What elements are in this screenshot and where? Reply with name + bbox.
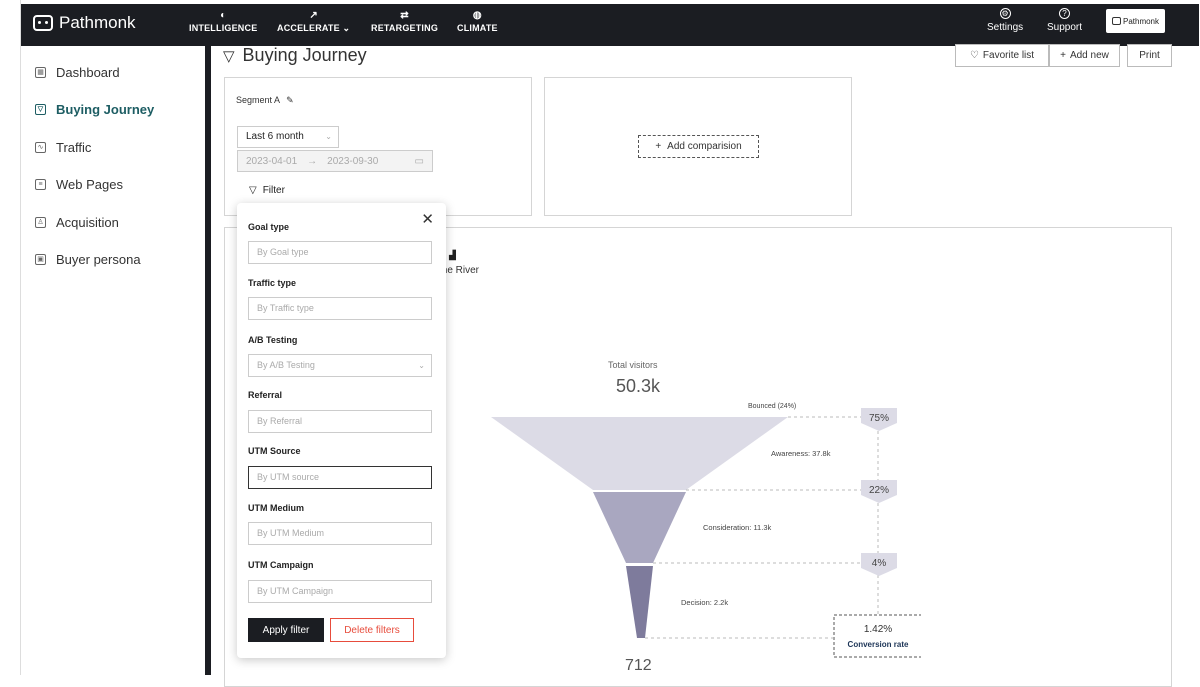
robot-icon (33, 15, 53, 31)
nav-intelligence[interactable]: ◐ INTELLIGENCE (189, 9, 257, 33)
app-window: Pathmonk ◐ INTELLIGENCE ↗ ACCELERATE ⌄ ⇄… (20, 0, 1199, 687)
retarget-icon: ⇄ (400, 10, 409, 21)
add-new-button[interactable]: + Add new (1049, 44, 1120, 67)
sidebar-item-acquisition[interactable]: ♙ Acquisition (35, 215, 119, 230)
print-button[interactable]: Print (1127, 44, 1172, 67)
delete-filters-button[interactable]: Delete filters (330, 618, 414, 642)
trend-icon: ↗ (309, 10, 318, 21)
final-conversions-value: 712 (625, 657, 652, 674)
nav-accelerate[interactable]: ↗ ACCELERATE ⌄ (277, 9, 350, 34)
brand-name: Pathmonk (59, 13, 136, 32)
sidebar-item-web-pages[interactable]: ≡ Web Pages (35, 177, 123, 192)
calendar-icon: ▭ (414, 155, 424, 167)
funnel-decision (626, 566, 653, 638)
funnel-icon: ▽ (223, 47, 235, 65)
sidebar-item-dashboard[interactable]: ▦ Dashboard (35, 65, 120, 80)
percent-label: 22% (869, 485, 889, 496)
nav-settings[interactable]: ⚙ Settings (987, 8, 1023, 33)
sidebar-item-buyer-persona[interactable]: ▣ Buyer persona (35, 252, 141, 267)
utm-medium-label: UTM Medium (248, 503, 304, 513)
sidebar-item-traffic[interactable]: ∿ Traffic (35, 140, 91, 155)
funnel-chart: 75% 22% 4% Bounced (24%) Awareness: 37.8… (491, 403, 921, 658)
conversion-rate-box (833, 614, 921, 658)
traffic-type-input[interactable]: By Traffic type (248, 297, 432, 320)
apply-filter-button[interactable]: Apply filter (248, 618, 324, 642)
traffic-type-label: Traffic type (248, 278, 297, 288)
goal-type-label: Goal type (248, 222, 290, 232)
bounced-label: Bounced (24%) (748, 403, 796, 410)
utm-campaign-label: UTM Campaign (248, 560, 314, 570)
chevron-down-icon: ⌄ (342, 23, 351, 33)
utm-source-input[interactable]: By UTM source (248, 466, 432, 489)
conversion-rate-label: Conversion rate (848, 640, 909, 649)
utm-campaign-input[interactable]: By UTM Campaign (248, 580, 432, 603)
persona-icon: ▣ (35, 254, 46, 265)
stage-label: Decision: 2.2k (681, 598, 728, 607)
grid-icon: ▦ (35, 67, 46, 78)
arrow-right-icon: → (307, 155, 318, 167)
stage-label: Awareness: 37.8k (771, 449, 831, 458)
favorite-list-button[interactable]: ♡ Favorite list (955, 44, 1049, 67)
ab-testing-select[interactable]: By A/B Testing ⌄ (248, 354, 432, 377)
brand-logo[interactable]: Pathmonk (33, 13, 136, 33)
top-navbar: Pathmonk ◐ INTELLIGENCE ↗ ACCELERATE ⌄ ⇄… (21, 4, 1199, 46)
stage-label: Consideration: 11.3k (703, 523, 771, 532)
page-icon: ≡ (35, 179, 46, 190)
percent-label: 75% (869, 413, 889, 424)
funnel-awareness (491, 417, 788, 490)
percent-label: 4% (872, 558, 887, 569)
funnel-icon: ▽ (35, 104, 46, 115)
nav-support[interactable]: ? Support (1047, 8, 1082, 33)
brain-icon: ◐ (220, 10, 227, 21)
filter-toggle[interactable]: ▽ Filter (249, 185, 285, 196)
help-icon: ? (1059, 8, 1071, 19)
gear-icon: ⚙ (999, 8, 1011, 19)
funnel-icon: ▽ (249, 185, 257, 196)
referral-input[interactable]: By Referral (248, 410, 432, 433)
sidebar-item-buying-journey[interactable]: ▽ Buying Journey (35, 102, 154, 117)
page-title: ▽ Buying Journey (223, 45, 367, 65)
utm-source-label: UTM Source (248, 446, 301, 456)
heart-icon: ♡ (969, 50, 979, 61)
account-button[interactable]: Pathmonk (1106, 9, 1165, 33)
plus-icon: + (1060, 50, 1066, 61)
goal-type-input[interactable]: By Goal type (248, 241, 432, 264)
utm-medium-input[interactable]: By UTM Medium (248, 522, 432, 545)
ab-testing-label: A/B Testing (248, 335, 298, 345)
add-comparison-button[interactable]: + Add comparision (638, 135, 759, 158)
globe-icon: ◍ (472, 10, 482, 21)
close-icon[interactable]: ✕ (421, 210, 434, 228)
segment-label[interactable]: Segment A ✎ (236, 95, 294, 106)
funnel-consideration (593, 492, 686, 563)
nav-climate[interactable]: ◍ CLIMATE (457, 9, 498, 33)
pencil-icon[interactable]: ✎ (286, 95, 294, 105)
filter-popup: ✕ Goal type By Goal type Traffic type By… (237, 203, 446, 658)
sidebar: ▦ Dashboard ▽ Buying Journey ∿ Traffic ≡… (21, 46, 205, 675)
nav-retargeting[interactable]: ⇄ RETARGETING (371, 9, 438, 33)
referral-label: Referral (248, 390, 283, 400)
plus-icon: + (655, 141, 662, 152)
chart-icon: ∿ (35, 142, 46, 153)
robot-icon (1111, 17, 1121, 25)
total-visitors-value: 50.3k (616, 376, 661, 396)
sidebar-divider (205, 46, 211, 675)
chevron-down-icon: ⌄ (418, 361, 425, 370)
date-range-picker[interactable]: 2023-04-01 → 2023-09-30 ▭ (237, 150, 433, 172)
conversion-rate-value: 1.42% (864, 624, 892, 635)
total-visitors-label: Total visitors (608, 360, 658, 370)
trophy-icon: ♙ (35, 217, 46, 228)
chevron-down-icon: ⌄ (325, 132, 332, 141)
period-select[interactable]: Last 6 month ⌄ (237, 126, 339, 148)
bar-chart-icon[interactable]: ▟ (449, 250, 456, 261)
